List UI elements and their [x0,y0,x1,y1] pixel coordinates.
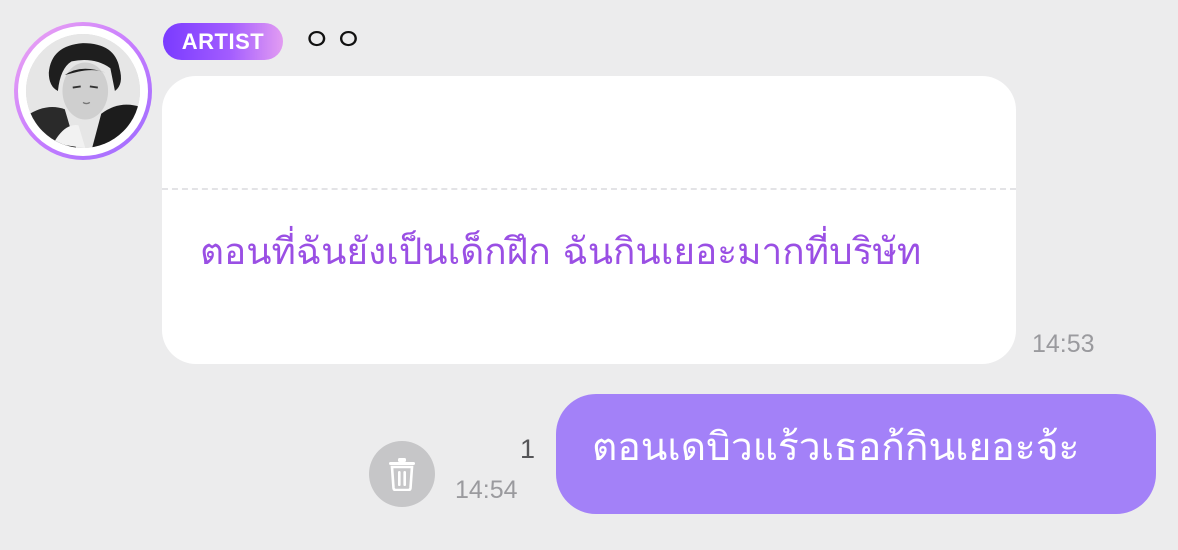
trash-icon [389,458,415,491]
avatar-frame [18,26,148,156]
outgoing-message-bubble[interactable]: ตอนเดบิวแร้วเธอก้กินเยอะจ้ะ [556,394,1156,514]
artist-badge: ARTIST [163,23,283,60]
incoming-message-text: ตอนที่ฉันยังเป็นเด็กฝึก ฉันกินเยอะมากที่… [200,230,922,273]
sender-avatar[interactable] [14,22,152,160]
incoming-message-bubble[interactable]: ตอนที่ฉันยังเป็นเด็กฝึก ฉันกินเยอะมากที่… [162,76,1016,364]
outgoing-message-text: ตอนเดบิวแร้วเธอก้กินเยอะจ้ะ [592,425,1080,470]
bubble-divider [162,188,1016,190]
sender-name: ㅇㅇ [303,23,367,58]
incoming-message-time: 14:53 [1032,330,1095,358]
unread-count: 1 [520,434,536,464]
avatar-photo [26,34,140,148]
profile-photo-icon [26,34,140,148]
delete-message-button[interactable] [369,441,435,507]
outgoing-message-time: 14:54 [455,476,518,504]
